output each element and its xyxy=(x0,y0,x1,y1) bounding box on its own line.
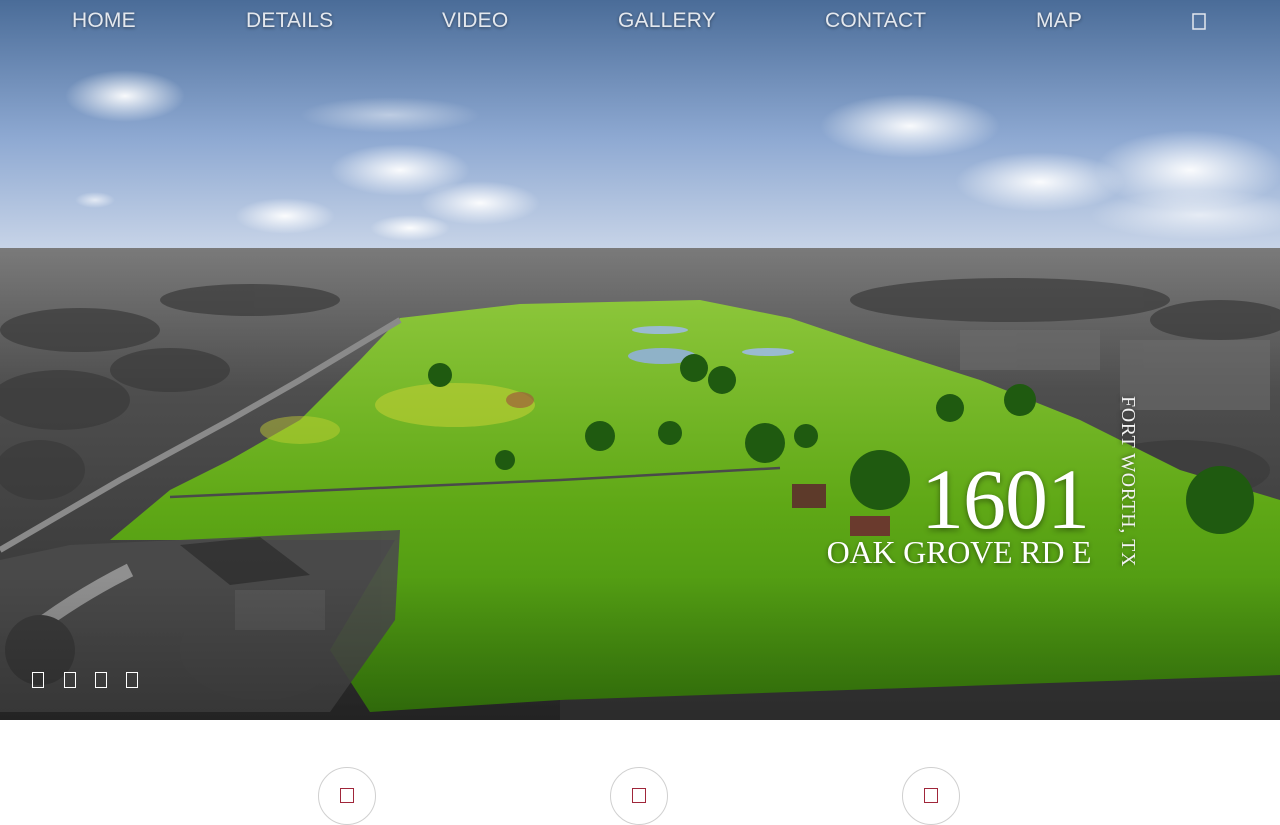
address-street: OAK GROVE RD E xyxy=(826,534,1092,570)
menu-icon[interactable] xyxy=(1192,13,1206,30)
nav-home[interactable]: HOME xyxy=(72,9,136,33)
address-city: FORT WORTH, TX xyxy=(1117,396,1139,568)
feature-icon-3 xyxy=(924,788,938,803)
top-nav: HOME DETAILS VIDEO GALLERY CONTACT MAP xyxy=(0,0,1280,44)
feature-circle-3[interactable] xyxy=(902,767,960,825)
nav-gallery[interactable]: GALLERY xyxy=(618,9,716,33)
nav-contact[interactable]: CONTACT xyxy=(825,9,926,33)
feature-icon-2 xyxy=(632,788,646,803)
feature-circle-2[interactable] xyxy=(610,767,668,825)
nav-video[interactable]: VIDEO xyxy=(442,9,508,33)
nav-details[interactable]: DETAILS xyxy=(246,9,333,33)
hero-banner: HOME DETAILS VIDEO GALLERY CONTACT MAP 1… xyxy=(0,0,1280,720)
slide-dot-3[interactable] xyxy=(95,672,107,688)
slide-dot-2[interactable] xyxy=(64,672,76,688)
hero-aerial-photo xyxy=(0,0,1280,720)
slide-dot-4[interactable] xyxy=(126,672,138,688)
slide-dot-1[interactable] xyxy=(32,672,44,688)
nav-map[interactable]: MAP xyxy=(1036,9,1082,33)
feature-circle-1[interactable] xyxy=(318,767,376,825)
feature-icon-1 xyxy=(340,788,354,803)
